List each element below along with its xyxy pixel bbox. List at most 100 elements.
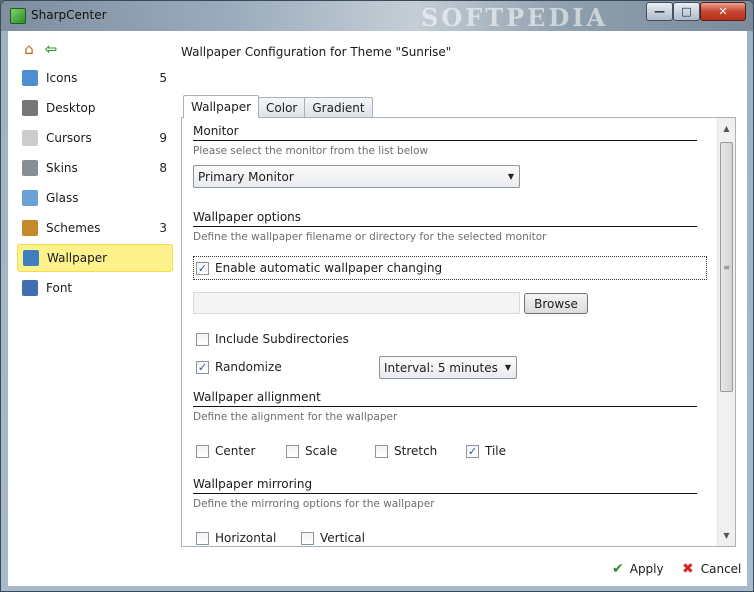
cancel-button[interactable]: ✖ Cancel [682,561,741,577]
align-center-checkbox[interactable]: Center [196,444,255,458]
interval-select[interactable]: Interval: 5 minutes ▼ [379,356,517,379]
sidebar-item-label: Glass [46,191,79,205]
tab-panel: Monitor Please select the monitor from t… [181,117,736,547]
mirror-vertical-checkbox[interactable]: Vertical [301,531,365,545]
brush-icon [22,220,38,236]
monitor-select-value: Primary Monitor [198,169,294,184]
scroll-up-icon[interactable]: ▲ [718,120,735,137]
vertical-scrollbar[interactable]: ▲ ≡ ▼ [717,118,735,546]
sidebar-item-label: Desktop [46,101,96,115]
minimize-button[interactable]: — [646,2,673,21]
checkbox-box: ✓ [196,360,209,374]
checkbox-box: ✓ [466,444,479,458]
sidebar-item-label: Skins [46,161,78,175]
include-subdirectories-checkbox[interactable]: Include Subdirectories [196,332,349,346]
sidebar-item-font[interactable]: Font [17,274,173,302]
monitor-section-title: Monitor [193,124,239,138]
sidebar-item-skins[interactable]: Skins 8 [17,154,173,182]
sidebar-item-label: Font [46,281,73,295]
sidebar-item-label: Wallpaper [47,251,108,265]
enable-auto-change-checkbox[interactable]: ✓ Enable automatic wallpaper changing [196,261,442,275]
align-scale-checkbox[interactable]: Scale [286,444,337,458]
tab-gradient[interactable]: Gradient [304,97,373,118]
checkbox-box [196,531,209,545]
cursor-icon [22,130,38,146]
wallpaper-path-input[interactable] [193,292,520,314]
mirror-horizontal-checkbox[interactable]: Horizontal [196,531,276,545]
sidebar-item-count: 9 [159,131,167,145]
nav-toolbar: ⌂ ⇦ [20,40,60,58]
icons-icon [22,70,38,86]
scrollbar-thumb[interactable]: ≡ [720,142,733,392]
cancel-label: Cancel [700,562,742,576]
align-stretch-checkbox[interactable]: Stretch [375,444,437,458]
sidebar-item-wallpaper[interactable]: Wallpaper [17,244,173,272]
sidebar-item-count: 3 [159,221,167,235]
checkbox-box [196,332,209,346]
maximize-button[interactable]: □ [673,2,700,21]
glass-icon [22,190,38,206]
checkbox-box [301,531,314,545]
cancel-x-icon: ✖ [682,561,694,577]
sidebar-item-schemes[interactable]: Schemes 3 [17,214,173,242]
apply-label: Apply [629,562,664,576]
checkmark-icon: ✔ [612,561,624,577]
section-divider [193,140,697,141]
sidebar-item-label: Icons [46,71,78,85]
section-divider [193,406,697,407]
tab-color[interactable]: Color [258,97,306,118]
align-center-label: Center [215,444,256,458]
sidebar-item-cursors[interactable]: Cursors 9 [17,124,173,152]
settings-scroll-content: Monitor Please select the monitor from t… [182,118,717,546]
wallpaper-options-description: Define the wallpaper filename or directo… [193,231,547,243]
client-area: ⌂ ⇦ Icons 5 Desktop Cursors 9 Skins 8 Glass Sche… [8,31,747,586]
window-title: SharpCenter [31,8,107,22]
checkbox-box [286,444,299,458]
tab-strip: Wallpaper Color Gradient [183,95,373,118]
home-icon[interactable]: ⌂ [20,40,38,58]
app-window: SharpCenter SOFTPEDIA — □ ✕ ⌂ ⇦ Icons 5 De… [0,0,754,592]
skins-icon [22,160,38,176]
align-stretch-label: Stretch [394,444,438,458]
monitor-select[interactable]: Primary Monitor ▼ [193,165,520,188]
sidebar: ⌂ ⇦ Icons 5 Desktop Cursors 9 Skins 8 Glass Sche… [8,31,178,331]
chevron-down-icon: ▼ [504,363,511,372]
mirror-horizontal-label: Horizontal [215,531,277,545]
align-tile-label: Tile [485,444,507,458]
mirror-vertical-label: Vertical [320,531,365,545]
enable-auto-change-label: Enable automatic wallpaper changing [215,261,443,275]
close-button[interactable]: ✕ [700,2,746,21]
checkbox-box: ✓ [196,261,209,275]
sidebar-item-label: Cursors [46,131,92,145]
section-divider [193,226,697,227]
browse-button[interactable]: Browse [524,293,588,314]
mirroring-section-title: Wallpaper mirroring [193,477,313,491]
sidebar-item-label: Schemes [46,221,101,235]
interval-select-value: Interval: 5 minutes [384,360,498,375]
sidebar-item-glass[interactable]: Glass [17,184,173,212]
randomize-checkbox[interactable]: ✓ Randomize [196,360,282,374]
sidebar-item-count: 8 [159,161,167,175]
sidebar-item-icons[interactable]: Icons 5 [17,64,173,92]
align-tile-checkbox[interactable]: ✓ Tile [466,444,506,458]
scroll-down-icon[interactable]: ▼ [718,527,735,544]
title-bar[interactable]: SharpCenter SOFTPEDIA — □ ✕ [1,1,753,32]
align-scale-label: Scale [305,444,338,458]
app-icon [10,8,26,24]
apply-button[interactable]: ✔ Apply [612,561,664,577]
randomize-label: Randomize [215,360,282,374]
font-icon [22,280,38,296]
wallpaper-options-title: Wallpaper options [193,210,302,224]
tab-wallpaper[interactable]: Wallpaper [183,95,260,118]
alignment-description: Define the alignment for the wallpaper [193,411,398,423]
sidebar-item-count: 5 [159,71,167,85]
watermark: SOFTPEDIA [421,3,609,32]
include-subdirectories-label: Include Subdirectories [215,332,349,346]
sidebar-item-desktop[interactable]: Desktop [17,94,173,122]
wallpaper-icon [23,250,39,266]
back-arrow-icon[interactable]: ⇦ [42,40,60,58]
chevron-down-icon: ▼ [507,172,514,181]
monitor-description: Please select the monitor from the list … [193,145,429,157]
checkbox-box [196,444,209,458]
checkbox-box [375,444,388,458]
